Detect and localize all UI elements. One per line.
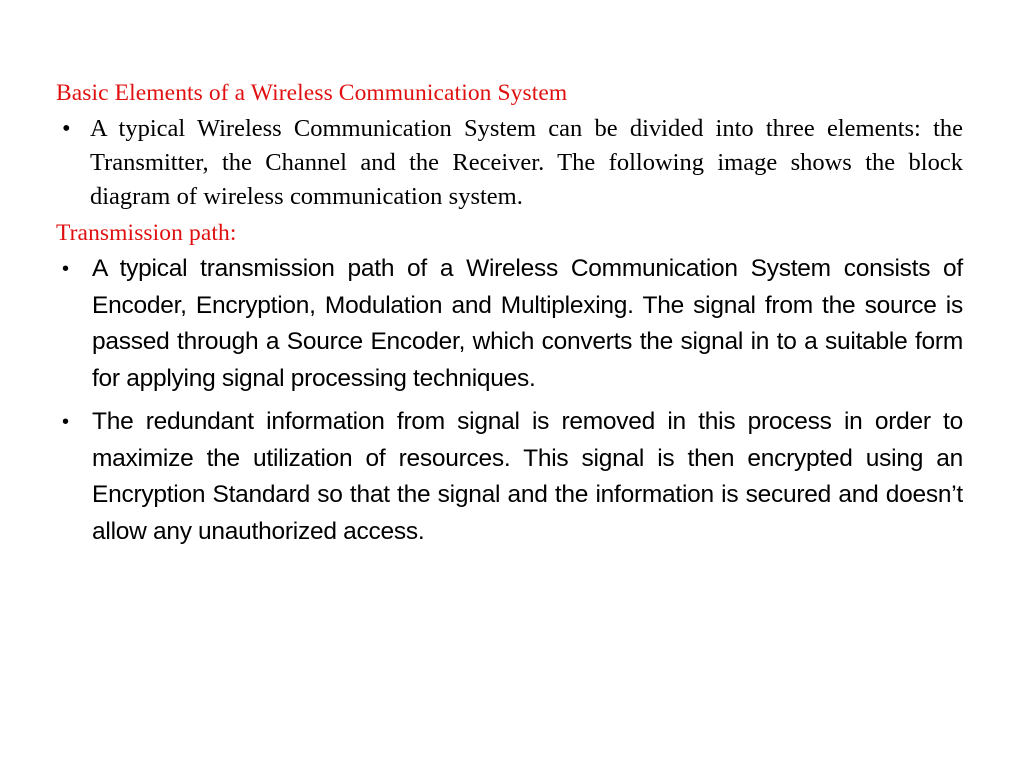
- list-item-text: The redundant information from signal is…: [92, 408, 963, 545]
- list-item-text: A typical transmission path of a Wireles…: [92, 255, 963, 392]
- list-item-text: A typical Wireless Communication System …: [90, 115, 963, 210]
- list-item-body: A typical transmission path of a Wireles…: [92, 251, 964, 397]
- bullet-icon: •: [62, 411, 70, 433]
- list-item-body: A typical Wireless Communication System …: [90, 112, 964, 214]
- section-heading-transmission-path: Transmission path:: [56, 220, 237, 246]
- page-title: Basic Elements of a Wireless Communicati…: [56, 80, 568, 106]
- slide-canvas: Basic Elements of a Wireless Communicati…: [0, 0, 1024, 768]
- list-item: • The redundant information from signal …: [56, 404, 964, 550]
- bullet-icon: •: [62, 115, 71, 142]
- slide-content: Basic Elements of a Wireless Communicati…: [56, 78, 964, 550]
- bullet-icon: •: [62, 258, 70, 280]
- list-item: • A typical transmission path of a Wirel…: [56, 251, 964, 397]
- list-item: • A typical Wireless Communication Syste…: [56, 112, 964, 214]
- list-item-body: The redundant information from signal is…: [92, 404, 964, 550]
